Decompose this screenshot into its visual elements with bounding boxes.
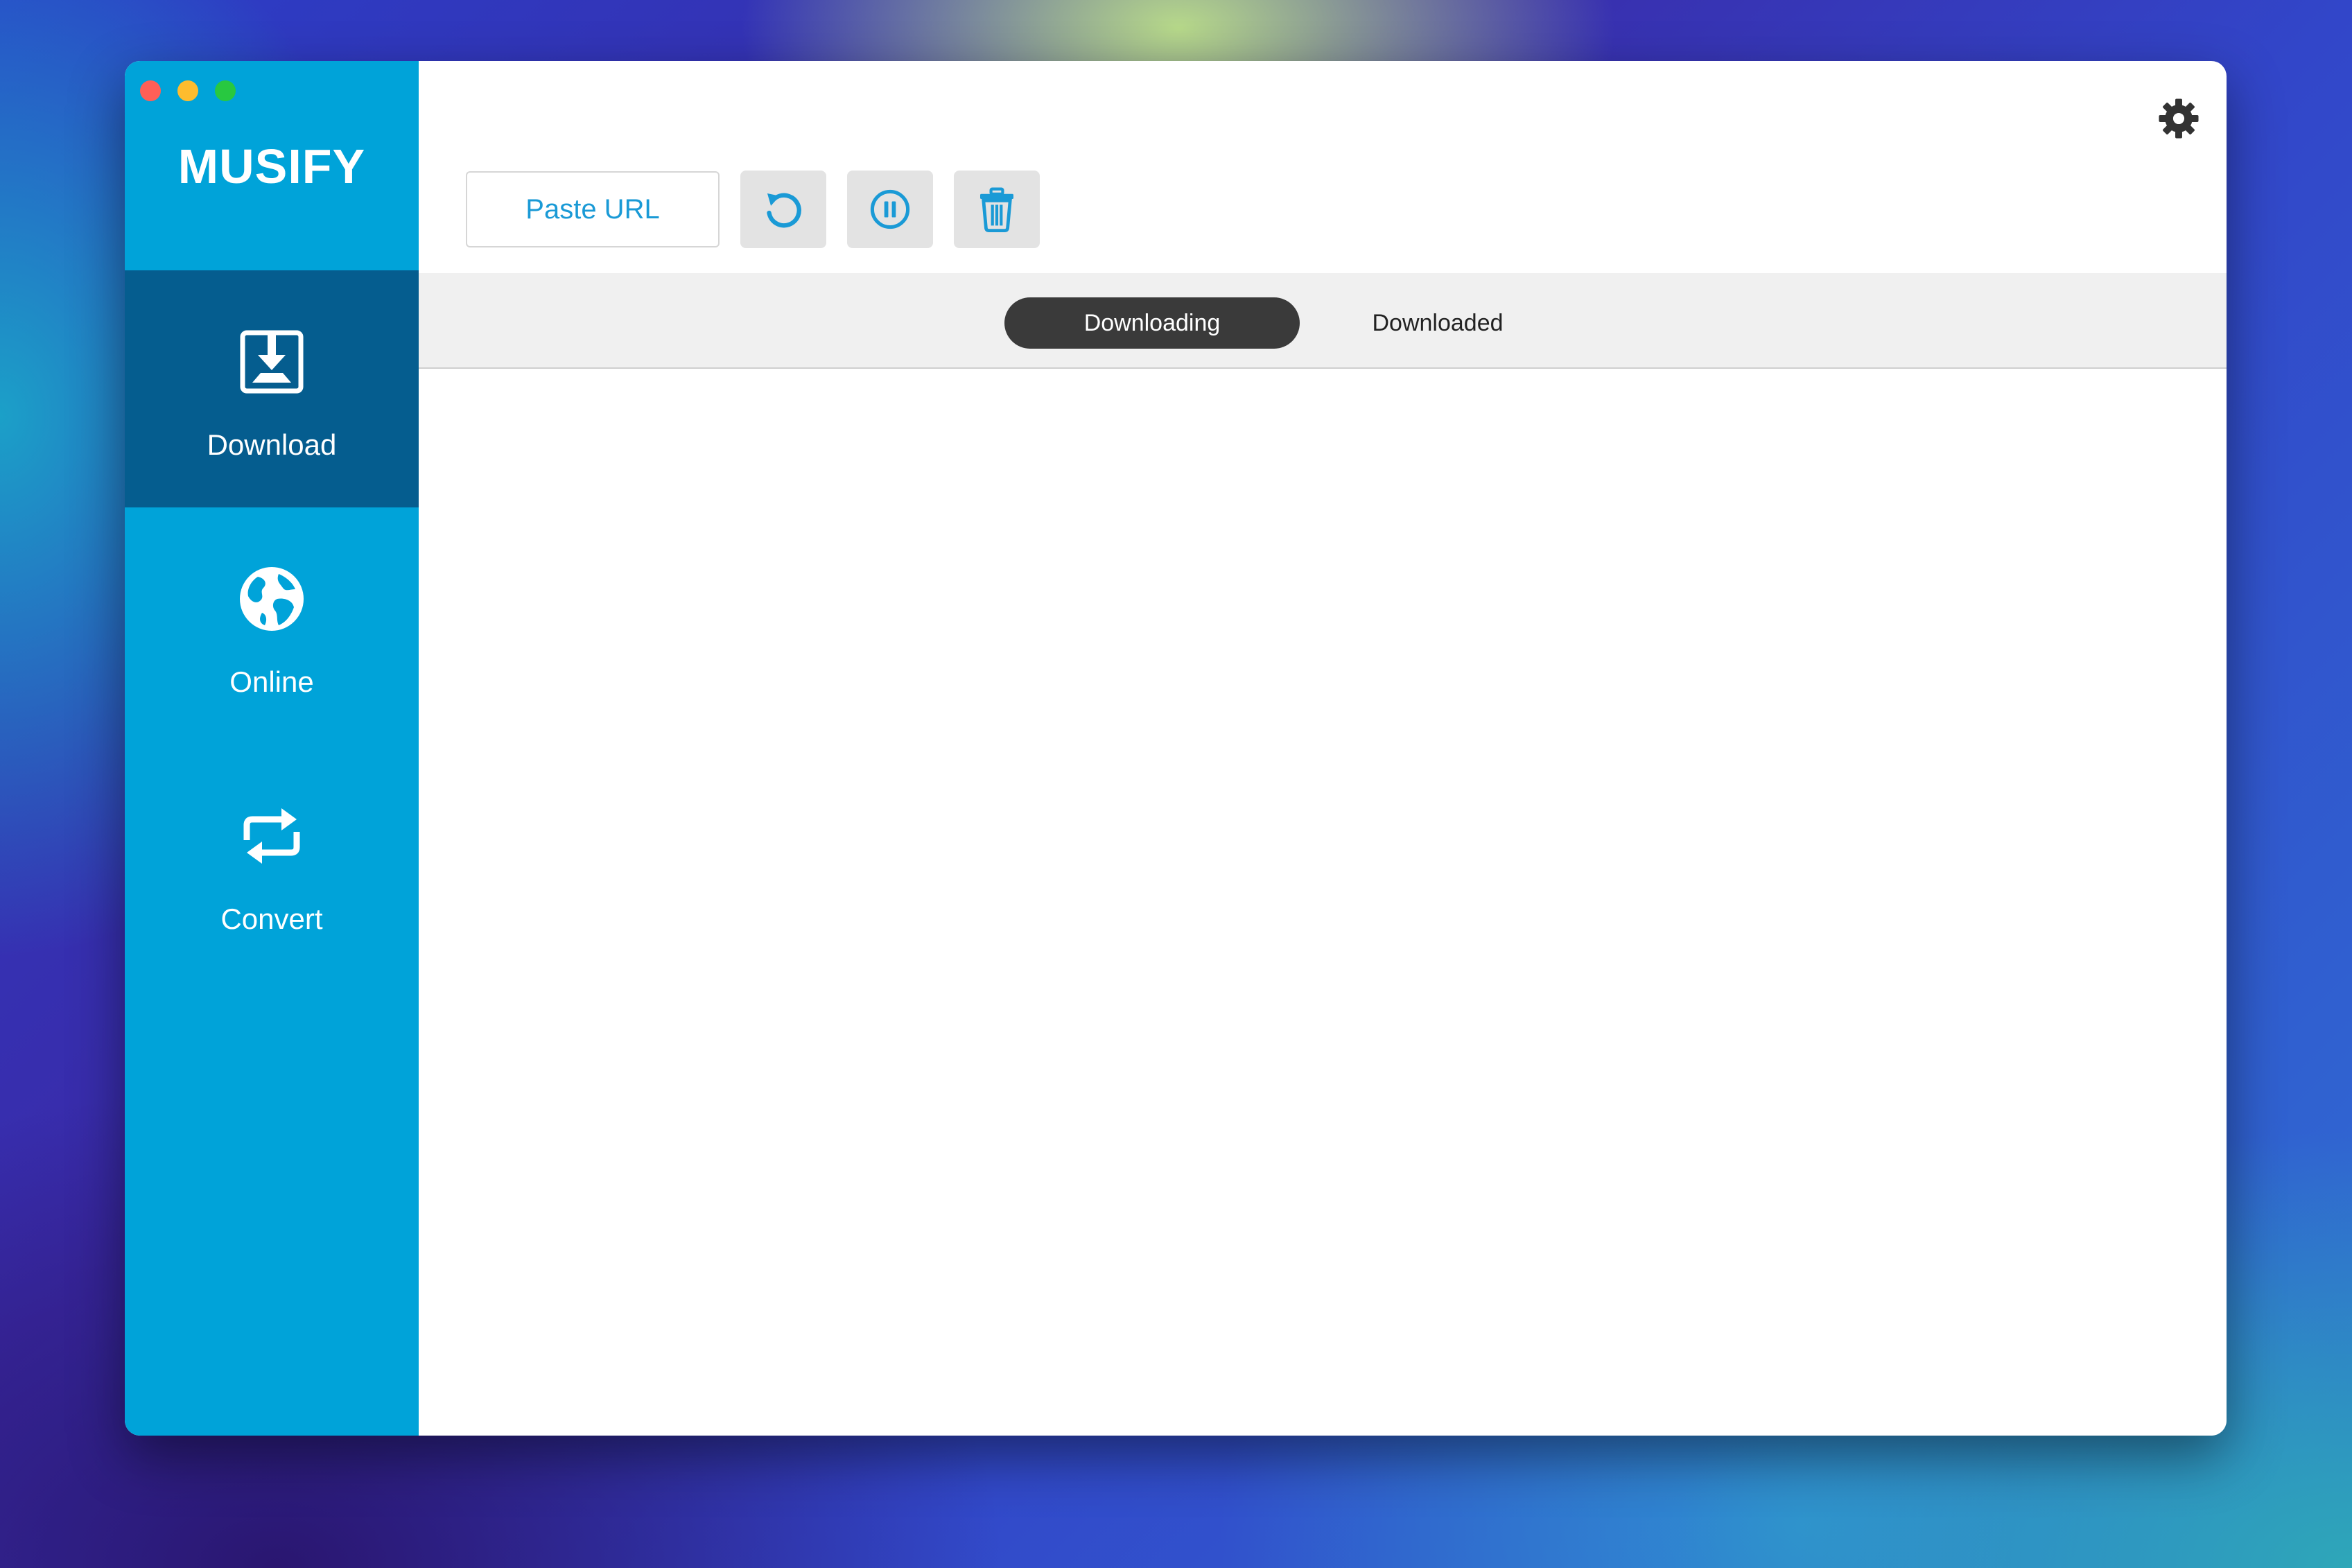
sidebar-nav: Download Online Convert <box>125 270 419 982</box>
sidebar-item-label: Download <box>207 428 337 461</box>
sidebar-item-convert[interactable]: Convert <box>125 744 419 982</box>
close-window-button[interactable] <box>140 80 161 101</box>
zoom-window-button[interactable] <box>215 80 236 101</box>
gear-icon[interactable] <box>2157 97 2200 140</box>
sidebar-item-download[interactable]: Download <box>125 270 419 507</box>
download-icon <box>240 330 304 394</box>
sidebar-item-label: Convert <box>220 903 323 935</box>
app-window: MUSIFY Download Online Convert Paste URL… <box>125 61 2227 1436</box>
tab-downloading[interactable]: Downloading <box>1004 297 1300 349</box>
sidebar: MUSIFY Download Online Convert <box>125 61 419 1436</box>
convert-icon <box>243 808 300 864</box>
trash-icon <box>980 187 1013 232</box>
download-list <box>419 369 2227 1436</box>
paste-url-button[interactable]: Paste URL <box>466 171 720 247</box>
tab-bar: Downloading Downloaded <box>419 273 2227 369</box>
refresh-icon <box>767 193 801 228</box>
globe-icon <box>240 567 304 631</box>
tab-downloaded[interactable]: Downloaded <box>1341 297 1535 349</box>
window-controls <box>140 80 236 101</box>
delete-button[interactable] <box>954 171 1040 248</box>
app-logo: MUSIFY <box>177 139 366 193</box>
sidebar-item-label: Online <box>229 665 314 698</box>
main-panel: Paste URL Downloading Downloaded <box>419 61 2227 1436</box>
toolbar: Paste URL <box>466 171 1040 248</box>
sidebar-item-online[interactable]: Online <box>125 507 419 744</box>
minimize-window-button[interactable] <box>177 80 198 101</box>
refresh-button[interactable] <box>740 171 826 248</box>
pause-icon <box>870 189 910 229</box>
pause-button[interactable] <box>847 171 933 248</box>
